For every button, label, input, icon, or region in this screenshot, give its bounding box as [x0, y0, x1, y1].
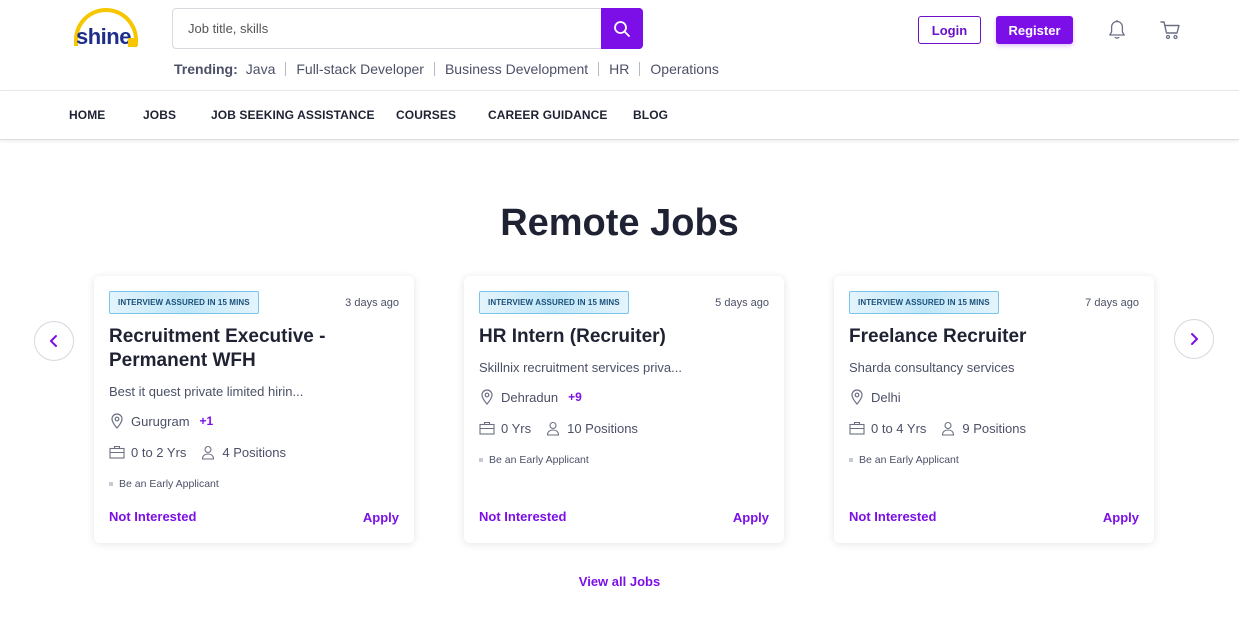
location-row: Delhi — [849, 389, 901, 405]
bullet-dot — [849, 458, 853, 462]
briefcase-icon — [849, 420, 865, 436]
main-nav: HOME JOBS JOB SEEKING ASSISTANCE COURSES… — [0, 90, 1239, 140]
not-interested-button[interactable]: Not Interested — [479, 509, 566, 524]
view-all-row: View all Jobs — [0, 574, 1239, 589]
logo-text: shine — [76, 24, 131, 49]
more-locations[interactable]: +1 — [200, 414, 214, 428]
nav-item-jobs[interactable]: JOBS — [143, 108, 176, 122]
nav-item-blog[interactable]: BLOG — [633, 108, 668, 122]
location-row: Dehradun +9 — [479, 389, 582, 405]
interview-assured-badge: INTERVIEW ASSURED IN 15 MINS — [849, 291, 999, 314]
trending-bar: Trending: Java Full-stack Developer Busi… — [174, 61, 729, 77]
carousel-next-button[interactable] — [1174, 319, 1214, 359]
logo-dot — [128, 38, 137, 47]
header: shine Trending: Java Full-stack Develope… — [0, 0, 1239, 90]
early-applicant-text: Be an Early Applicant — [859, 454, 959, 466]
job-card[interactable]: INTERVIEW ASSURED IN 15 MINS 5 days ago … — [464, 276, 784, 543]
carousel-prev-button[interactable] — [34, 321, 74, 361]
interview-assured-badge: INTERVIEW ASSURED IN 15 MINS — [479, 291, 629, 314]
experience-text: 0 to 2 Yrs — [131, 444, 187, 460]
location-text: Delhi — [871, 389, 901, 405]
location-row: Gurugram +1 — [109, 413, 213, 429]
location-pin-icon — [479, 389, 495, 405]
search-icon — [614, 20, 630, 37]
meta-row: 0 Yrs 10 Positions — [479, 420, 638, 436]
company-name: Best it quest private limited hirin... — [109, 384, 304, 399]
experience-text: 0 to 4 Yrs — [871, 420, 927, 436]
person-icon — [545, 420, 561, 436]
not-interested-button[interactable]: Not Interested — [849, 509, 936, 524]
early-applicant-tag: Be an Early Applicant — [109, 478, 219, 490]
more-locations[interactable]: +9 — [568, 390, 582, 404]
nav-item-job-seeking-assistance[interactable]: JOB SEEKING ASSISTANCE — [211, 108, 375, 122]
nav-item-career-guidance[interactable]: CAREER GUIDANCE — [488, 108, 608, 122]
trending-item-hr[interactable]: HR — [598, 62, 639, 76]
register-button[interactable]: Register — [996, 16, 1073, 44]
experience-text: 0 Yrs — [501, 420, 532, 436]
early-applicant-tag: Be an Early Applicant — [849, 454, 959, 466]
view-all-jobs-link[interactable]: View all Jobs — [579, 574, 660, 589]
chevron-right-icon — [1191, 333, 1198, 345]
trending-item-operations[interactable]: Operations — [639, 62, 728, 76]
briefcase-icon — [109, 444, 125, 460]
job-title[interactable]: Freelance Recruiter — [849, 325, 1139, 349]
meta-row: 0 to 2 Yrs 4 Positions — [109, 444, 286, 460]
nav-item-courses[interactable]: COURSES — [396, 108, 456, 122]
job-card[interactable]: INTERVIEW ASSURED IN 15 MINS 3 days ago … — [94, 276, 414, 543]
person-icon — [940, 420, 956, 436]
nav-item-home[interactable]: HOME — [69, 108, 105, 122]
posted-time: 7 days ago — [1085, 297, 1139, 309]
bell-icon[interactable] — [1107, 19, 1127, 41]
apply-button[interactable]: Apply — [363, 510, 399, 525]
chevron-left-icon — [50, 335, 57, 347]
early-applicant-tag: Be an Early Applicant — [479, 454, 589, 466]
person-icon — [200, 444, 216, 460]
positions-text: 9 Positions — [962, 420, 1026, 436]
early-applicant-text: Be an Early Applicant — [489, 454, 589, 466]
location-text: Gurugram — [131, 413, 190, 429]
interview-assured-badge: INTERVIEW ASSURED IN 15 MINS — [109, 291, 259, 314]
posted-time: 5 days ago — [715, 297, 769, 309]
trending-item-java[interactable]: Java — [246, 62, 286, 76]
trending-item-full-stack-developer[interactable]: Full-stack Developer — [285, 62, 434, 76]
bullet-dot — [479, 458, 483, 462]
search-input[interactable] — [173, 9, 601, 48]
briefcase-icon — [479, 420, 495, 436]
location-pin-icon — [849, 389, 865, 405]
trending-item-business-development[interactable]: Business Development — [433, 62, 598, 76]
early-applicant-text: Be an Early Applicant — [119, 478, 219, 490]
job-card[interactable]: INTERVIEW ASSURED IN 15 MINS 7 days ago … — [834, 276, 1154, 543]
login-button[interactable]: Login — [918, 16, 981, 44]
search-bar — [172, 8, 643, 49]
company-name: Sharda consultancy services — [849, 360, 1015, 375]
positions-text: 10 Positions — [567, 420, 638, 436]
apply-button[interactable]: Apply — [1103, 510, 1139, 525]
cart-icon[interactable] — [1159, 19, 1181, 41]
search-button[interactable] — [601, 8, 643, 49]
job-title[interactable]: Recruitment Executive - Permanent WFH — [109, 325, 399, 373]
posted-time: 3 days ago — [345, 297, 399, 309]
bullet-dot — [109, 482, 113, 486]
meta-row: 0 to 4 Yrs 9 Positions — [849, 420, 1026, 436]
not-interested-button[interactable]: Not Interested — [109, 509, 196, 524]
company-name: Skillnix recruitment services priva... — [479, 360, 682, 375]
shine-logo[interactable]: shine — [72, 6, 140, 52]
location-pin-icon — [109, 413, 125, 429]
positions-text: 4 Positions — [222, 444, 286, 460]
trending-label: Trending: — [174, 61, 238, 77]
apply-button[interactable]: Apply — [733, 510, 769, 525]
section-title: Remote Jobs — [500, 202, 739, 244]
job-title[interactable]: HR Intern (Recruiter) — [479, 325, 769, 349]
location-text: Dehradun — [501, 389, 559, 405]
